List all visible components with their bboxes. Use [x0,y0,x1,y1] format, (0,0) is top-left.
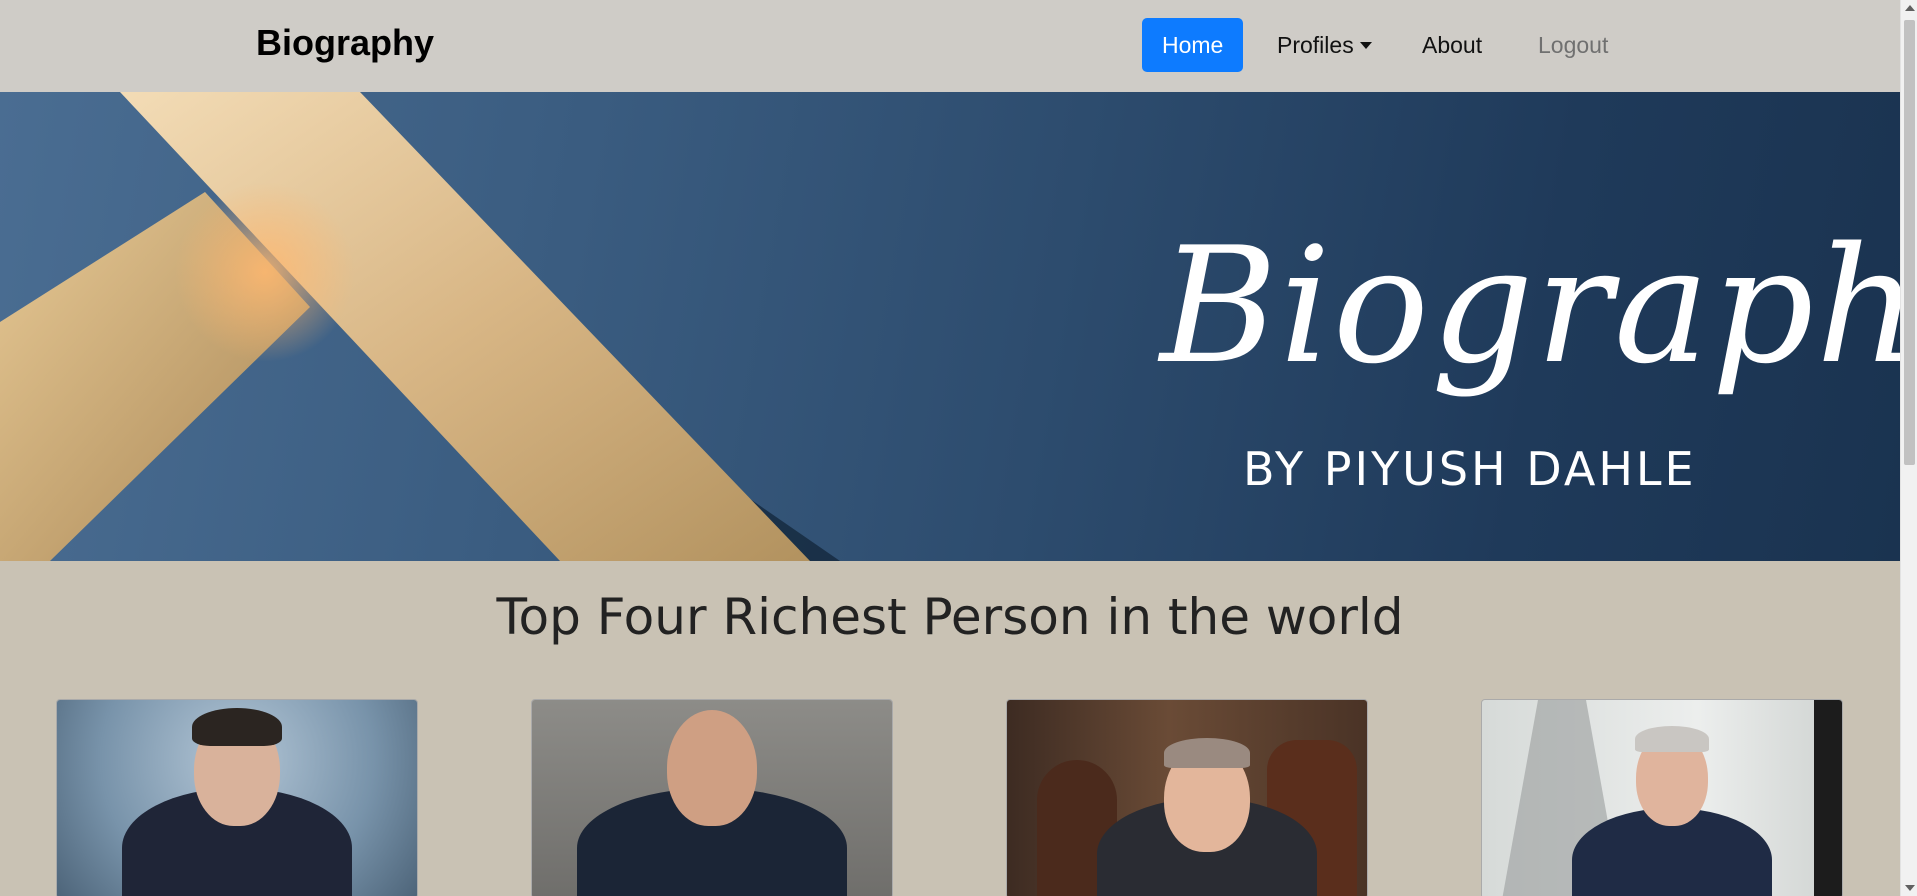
hero-byline: BY PIYUSH DAHLE [1243,442,1697,496]
scroll-down-icon[interactable] [1905,885,1915,891]
nav-logout[interactable]: Logout [1518,18,1628,72]
scrollbar-thumb[interactable] [1904,20,1915,465]
nav-profiles-dropdown[interactable]: Profiles [1257,18,1392,72]
profile-card-2[interactable] [531,699,893,896]
profile-card-3[interactable] [1006,699,1368,896]
hero-signature: Biography [1160,212,1900,399]
brand-logo[interactable]: Biography [256,22,434,64]
section-title: Top Four Richest Person in the world [496,588,1404,646]
portrait-photo [57,700,417,896]
nav-home[interactable]: Home [1142,18,1244,72]
nav-profiles-label: Profiles [1277,32,1354,58]
nav-about[interactable]: About [1402,18,1502,72]
caret-down-icon [1359,42,1372,49]
portrait-photo [1007,700,1367,896]
portrait-photo [1482,700,1842,896]
profile-card-1[interactable] [56,699,418,896]
scroll-up-icon[interactable] [1905,5,1915,11]
vertical-scrollbar[interactable] [1900,0,1917,896]
profile-card-4[interactable] [1481,699,1843,896]
navbar: Biography Home Profiles About Logout [0,0,1900,92]
hero-banner: Biography BY PIYUSH DAHLE [0,92,1900,561]
portrait-photo [532,700,892,896]
